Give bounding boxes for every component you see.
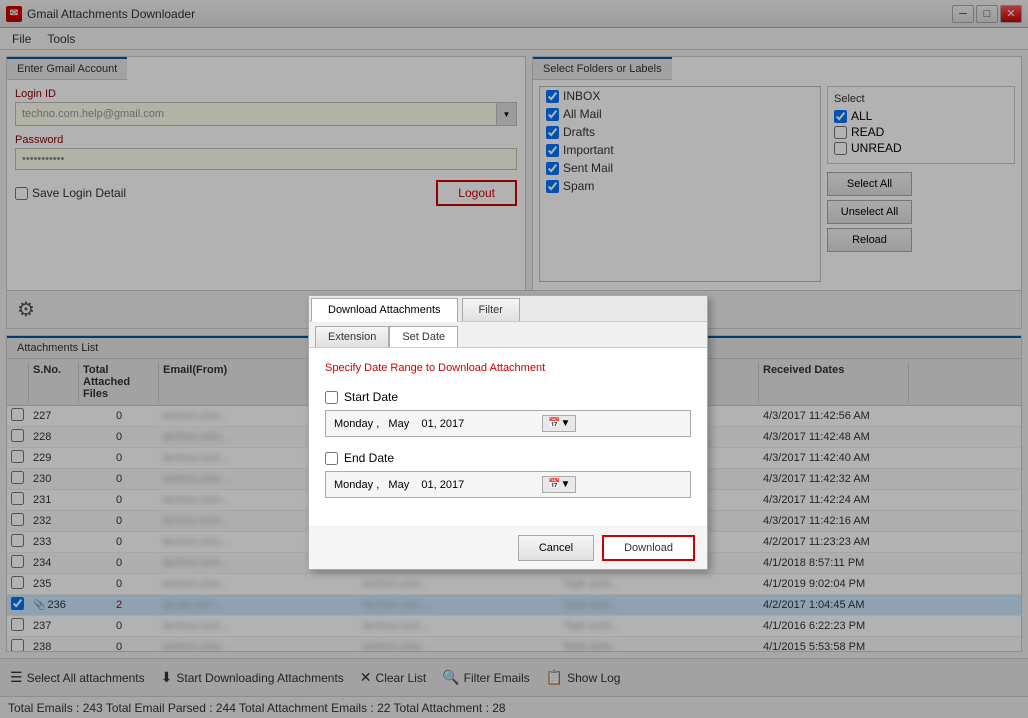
modal-subtab-extension[interactable]: Extension: [315, 326, 389, 347]
start-date-checkbox[interactable]: [325, 391, 338, 404]
modal-overlay: Download Attachments Filter Extension Se…: [0, 0, 1028, 718]
modal-footer: Cancel Download: [309, 526, 707, 569]
end-date-input-row: 📅▼: [325, 471, 691, 498]
modal-subtab-setdate[interactable]: Set Date: [389, 326, 458, 347]
download-attachments-modal: Download Attachments Filter Extension Se…: [308, 295, 708, 570]
end-date-label: End Date: [344, 451, 394, 465]
modal-body: Specify Date Range to Download Attachmen…: [309, 348, 707, 526]
start-date-section: Start Date 📅▼: [325, 390, 691, 437]
end-date-calendar-button[interactable]: 📅▼: [542, 476, 576, 493]
end-date-section: End Date 📅▼: [325, 451, 691, 498]
modal-tab-download[interactable]: Download Attachments: [311, 298, 458, 322]
modal-description: Specify Date Range to Download Attachmen…: [325, 362, 691, 374]
start-date-label: Start Date: [344, 390, 398, 404]
modal-tab-bar: Download Attachments Filter: [309, 296, 707, 322]
end-date-checkbox[interactable]: [325, 452, 338, 465]
start-date-checkbox-row: Start Date: [325, 390, 691, 404]
modal-tab-filter[interactable]: Filter: [462, 298, 520, 321]
start-date-input[interactable]: [334, 418, 534, 430]
download-button[interactable]: Download: [602, 535, 695, 561]
end-date-input[interactable]: [334, 479, 534, 491]
end-date-checkbox-row: End Date: [325, 451, 691, 465]
cancel-button[interactable]: Cancel: [518, 535, 594, 561]
modal-subtab-bar: Extension Set Date: [309, 322, 707, 348]
start-date-input-row: 📅▼: [325, 410, 691, 437]
start-date-calendar-button[interactable]: 📅▼: [542, 415, 576, 432]
